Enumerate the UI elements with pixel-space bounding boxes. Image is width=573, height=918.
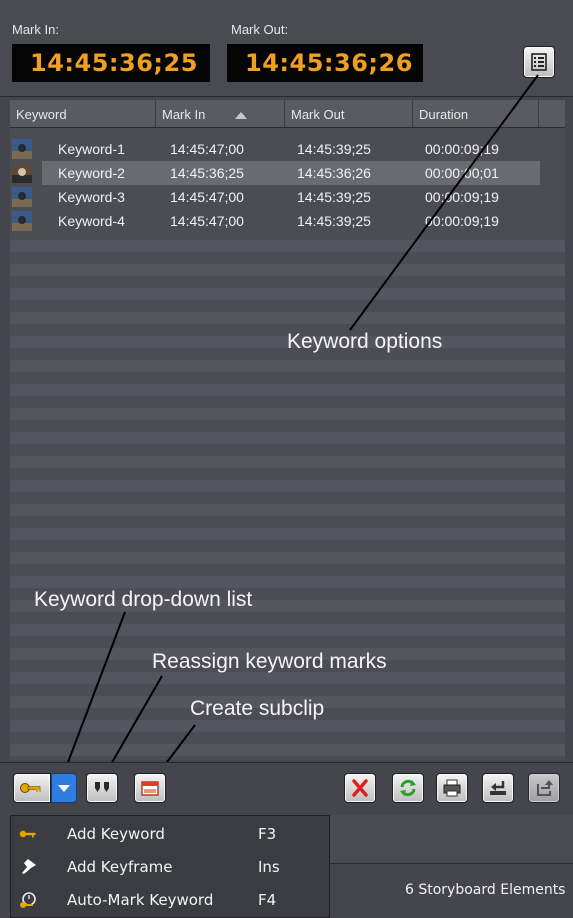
pin-icon (22, 859, 36, 874)
callout-create-subclip: Create subclip (190, 697, 325, 720)
callout-keyword-options: Keyword options (287, 330, 443, 353)
delete-keyword-button[interactable] (344, 773, 376, 803)
delete-x-icon (352, 779, 368, 797)
callout-line-options (349, 74, 539, 331)
menu-item-add-keyframe[interactable]: Add Keyframe Ins (10, 851, 328, 883)
callout-dropdown-list: Keyword drop-down list (34, 588, 253, 611)
subclip-icon (141, 781, 159, 796)
import-arrow-icon (490, 781, 506, 795)
callout-line-dropdown (61, 611, 126, 779)
key-icon (20, 783, 41, 793)
menu-item-auto-mark-keyword[interactable]: Auto-Mark Keyword F4 (10, 884, 328, 916)
print-button[interactable] (436, 773, 468, 803)
reassign-marks-icon (95, 782, 109, 792)
reassign-marks-button[interactable] (86, 773, 118, 803)
menu-item-shortcut: F3 (258, 825, 277, 843)
refresh-button[interactable] (392, 773, 424, 803)
status-upper-pane (328, 815, 573, 864)
key-icon (19, 830, 36, 838)
import-button[interactable] (482, 773, 514, 803)
menu-item-shortcut: Ins (258, 858, 280, 876)
export-arrow-icon (537, 780, 553, 796)
auto-mark-icon (20, 892, 36, 908)
keyword-dropdown-button[interactable] (51, 773, 77, 803)
menu-item-label: Add Keyword (67, 825, 165, 843)
menu-item-add-keyword[interactable]: Add Keyword F3 (10, 818, 328, 850)
create-subclip-button[interactable] (134, 773, 166, 803)
menu-item-shortcut: F4 (258, 891, 277, 909)
refresh-icon (400, 779, 416, 797)
menu-item-label: Add Keyframe (67, 858, 173, 876)
add-keyword-button[interactable] (13, 773, 51, 803)
export-button[interactable] (528, 773, 560, 803)
storyboard-elements-count: 6 Storyboard Elements (405, 882, 566, 898)
menu-item-label: Auto-Mark Keyword (67, 891, 214, 909)
chevron-down-icon (58, 785, 70, 792)
printer-icon (443, 779, 461, 797)
callout-reassign-marks: Reassign keyword marks (152, 650, 387, 673)
